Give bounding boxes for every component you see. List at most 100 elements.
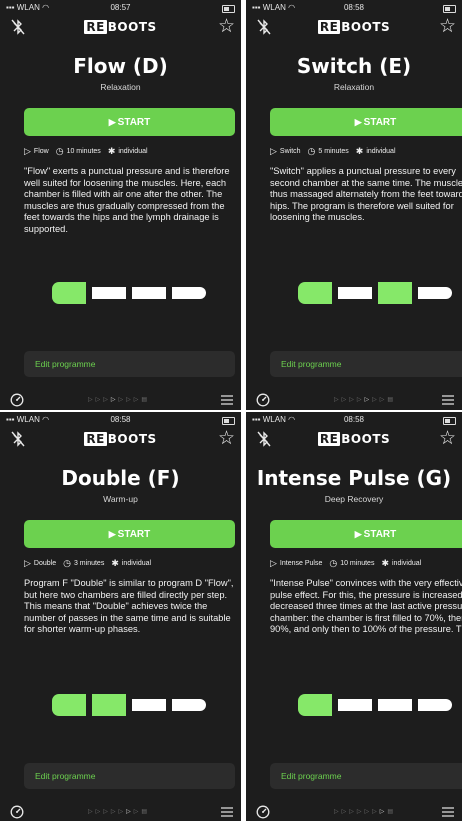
start-button[interactable]: ▶ START <box>270 520 462 548</box>
chamber-2 <box>92 694 126 716</box>
timer-icon: ◷ <box>63 558 71 568</box>
timer-icon: ◷ <box>307 146 316 156</box>
page-dot[interactable]: ▷ <box>103 809 111 815</box>
chamber-3 <box>132 699 166 711</box>
chamber-diagram <box>298 282 456 304</box>
info-mode: individual <box>366 148 396 155</box>
page-dot[interactable]: ▤ <box>387 809 396 815</box>
program-description: "Intense Pulse" convinces with the very … <box>270 578 462 668</box>
page-dot[interactable]: ▷ <box>126 397 134 403</box>
program-description: Program F "Double" is similar to program… <box>24 578 238 668</box>
status-time: 08:58 <box>343 3 365 12</box>
page-dot[interactable]: ▷ <box>111 397 119 403</box>
page-dot[interactable]: ▷ <box>119 809 127 815</box>
program-title: Double (F) <box>61 466 180 490</box>
edit-programme-button[interactable]: Edit programme <box>270 351 462 377</box>
play-icon: ▶ <box>354 528 362 539</box>
page-dot[interactable]: ▷ <box>372 809 380 815</box>
page-dot[interactable]: ▷ <box>365 809 373 815</box>
gear-icon: ✱ <box>381 558 389 568</box>
page-dot[interactable]: ▷ <box>334 809 342 815</box>
chamber-4 <box>172 699 206 711</box>
info-program: Double <box>33 560 57 567</box>
start-button[interactable]: ▶ START <box>270 108 462 136</box>
program-info-row: ▷ Intense Pulse ◷ 10 minutes ✱ individual <box>270 558 428 569</box>
info-program: Switch <box>279 148 301 155</box>
program-info-row: ▷ Switch ◷ 5 minutes ✱ individual <box>270 146 403 157</box>
edit-programme-button[interactable]: Edit programme <box>270 763 462 789</box>
list-icon[interactable] <box>442 395 454 405</box>
star-outline-icon[interactable]: ☆ <box>218 429 235 448</box>
program-info-row: ▷ Double ◷ 3 minutes ✱ individual <box>24 558 158 569</box>
page-dot[interactable]: ▷ <box>119 397 127 403</box>
info-mode: individual <box>118 148 148 155</box>
edit-programme-button[interactable]: Edit programme <box>24 763 235 789</box>
info-mode: individual <box>392 560 422 567</box>
status-bar: ▪▪▪ WLAN ◠ 08:58 <box>252 415 456 427</box>
info-duration: 10 minutes <box>66 148 101 155</box>
reboots-logo: RE BOOTS <box>317 432 391 446</box>
page-dot[interactable]: ▤ <box>387 397 396 403</box>
star-outline-icon[interactable]: ☆ <box>218 17 235 36</box>
page-dot[interactable]: ▷ <box>349 397 357 403</box>
edit-programme-button[interactable]: Edit programme <box>24 351 235 377</box>
gauge-icon[interactable] <box>256 393 270 407</box>
list-icon[interactable] <box>221 807 233 817</box>
reboots-logo: RE BOOTS <box>84 20 157 34</box>
battery-icon <box>443 417 456 425</box>
gauge-icon[interactable] <box>10 805 24 819</box>
chamber-3 <box>378 282 412 304</box>
chamber-1 <box>52 694 86 716</box>
info-mode: individual <box>121 560 152 567</box>
list-icon[interactable] <box>221 395 233 405</box>
chamber-1 <box>298 694 332 716</box>
page-dot[interactable]: ▷ <box>111 809 119 815</box>
program-screen-1: ▪▪▪ WLAN ◠ 08:57 RE BOOTS ☆ Flow (D) Rela… <box>0 0 241 410</box>
page-dot[interactable]: ▷ <box>88 809 96 815</box>
program-category: Deep Recovery <box>324 494 384 504</box>
chamber-4 <box>418 699 452 711</box>
page-dot[interactable]: ▤ <box>141 809 150 815</box>
battery-icon <box>222 5 235 13</box>
chamber-3 <box>378 699 412 711</box>
page-dot[interactable]: ▷ <box>357 809 365 815</box>
page-dot[interactable]: ▷ <box>88 397 96 403</box>
status-bar: ▪▪▪ WLAN ◠ 08:58 <box>252 3 456 15</box>
chamber-diagram <box>52 282 210 304</box>
status-time: 08:57 <box>110 3 131 12</box>
info-program: Intense Pulse <box>279 560 323 567</box>
page-dot[interactable]: ▷ <box>365 397 373 403</box>
chamber-2 <box>338 287 372 299</box>
page-dot[interactable]: ▷ <box>126 809 134 815</box>
page-indicator[interactable]: ▷▷▷▷▷▷▷▤ <box>88 808 150 815</box>
reboots-logo: RE BOOTS <box>84 432 157 446</box>
page-dot[interactable]: ▷ <box>372 397 380 403</box>
program-screen-2: ▪▪▪ WLAN ◠ 08:58 RE BOOTS ☆ Switch (E) Re… <box>246 0 462 410</box>
program-category: Warm-up <box>103 494 138 504</box>
page-indicator[interactable]: ▷▷▷▷▷▷▷▤ <box>334 808 396 815</box>
page-dot[interactable]: ▤ <box>141 397 150 403</box>
start-button[interactable]: ▶ START <box>24 108 235 136</box>
play-outline-icon: ▷ <box>270 558 277 568</box>
info-duration: 5 minutes <box>318 148 349 155</box>
star-outline-icon[interactable]: ☆ <box>439 17 456 36</box>
gauge-icon[interactable] <box>256 805 270 819</box>
program-title: Intense Pulse (G) <box>256 466 452 490</box>
status-bar: ▪▪▪ WLAN ◠ 08:57 <box>6 3 235 15</box>
gauge-icon[interactable] <box>10 393 24 407</box>
page-dot[interactable]: ▷ <box>103 397 111 403</box>
start-button[interactable]: ▶ START <box>24 520 235 548</box>
page-dot[interactable]: ▷ <box>357 397 365 403</box>
program-category: Relaxation <box>333 82 375 92</box>
page-dot[interactable]: ▷ <box>334 397 342 403</box>
play-icon: ▶ <box>108 116 116 127</box>
program-info-row: ▷ Flow ◷ 10 minutes ✱ individual <box>24 146 155 157</box>
chamber-2 <box>92 287 126 299</box>
list-icon[interactable] <box>442 807 454 817</box>
program-description: "Switch" applies a punctual pressure to … <box>270 166 462 256</box>
star-outline-icon[interactable]: ☆ <box>439 429 456 448</box>
page-indicator[interactable]: ▷▷▷▷▷▷▷▤ <box>334 396 396 403</box>
page-indicator[interactable]: ▷▷▷▷▷▷▷▤ <box>88 396 150 403</box>
page-dot[interactable]: ▷ <box>349 809 357 815</box>
program-screen-4: ▪▪▪ WLAN ◠ 08:58 RE BOOTS ☆ Intense Pulse… <box>246 412 462 821</box>
